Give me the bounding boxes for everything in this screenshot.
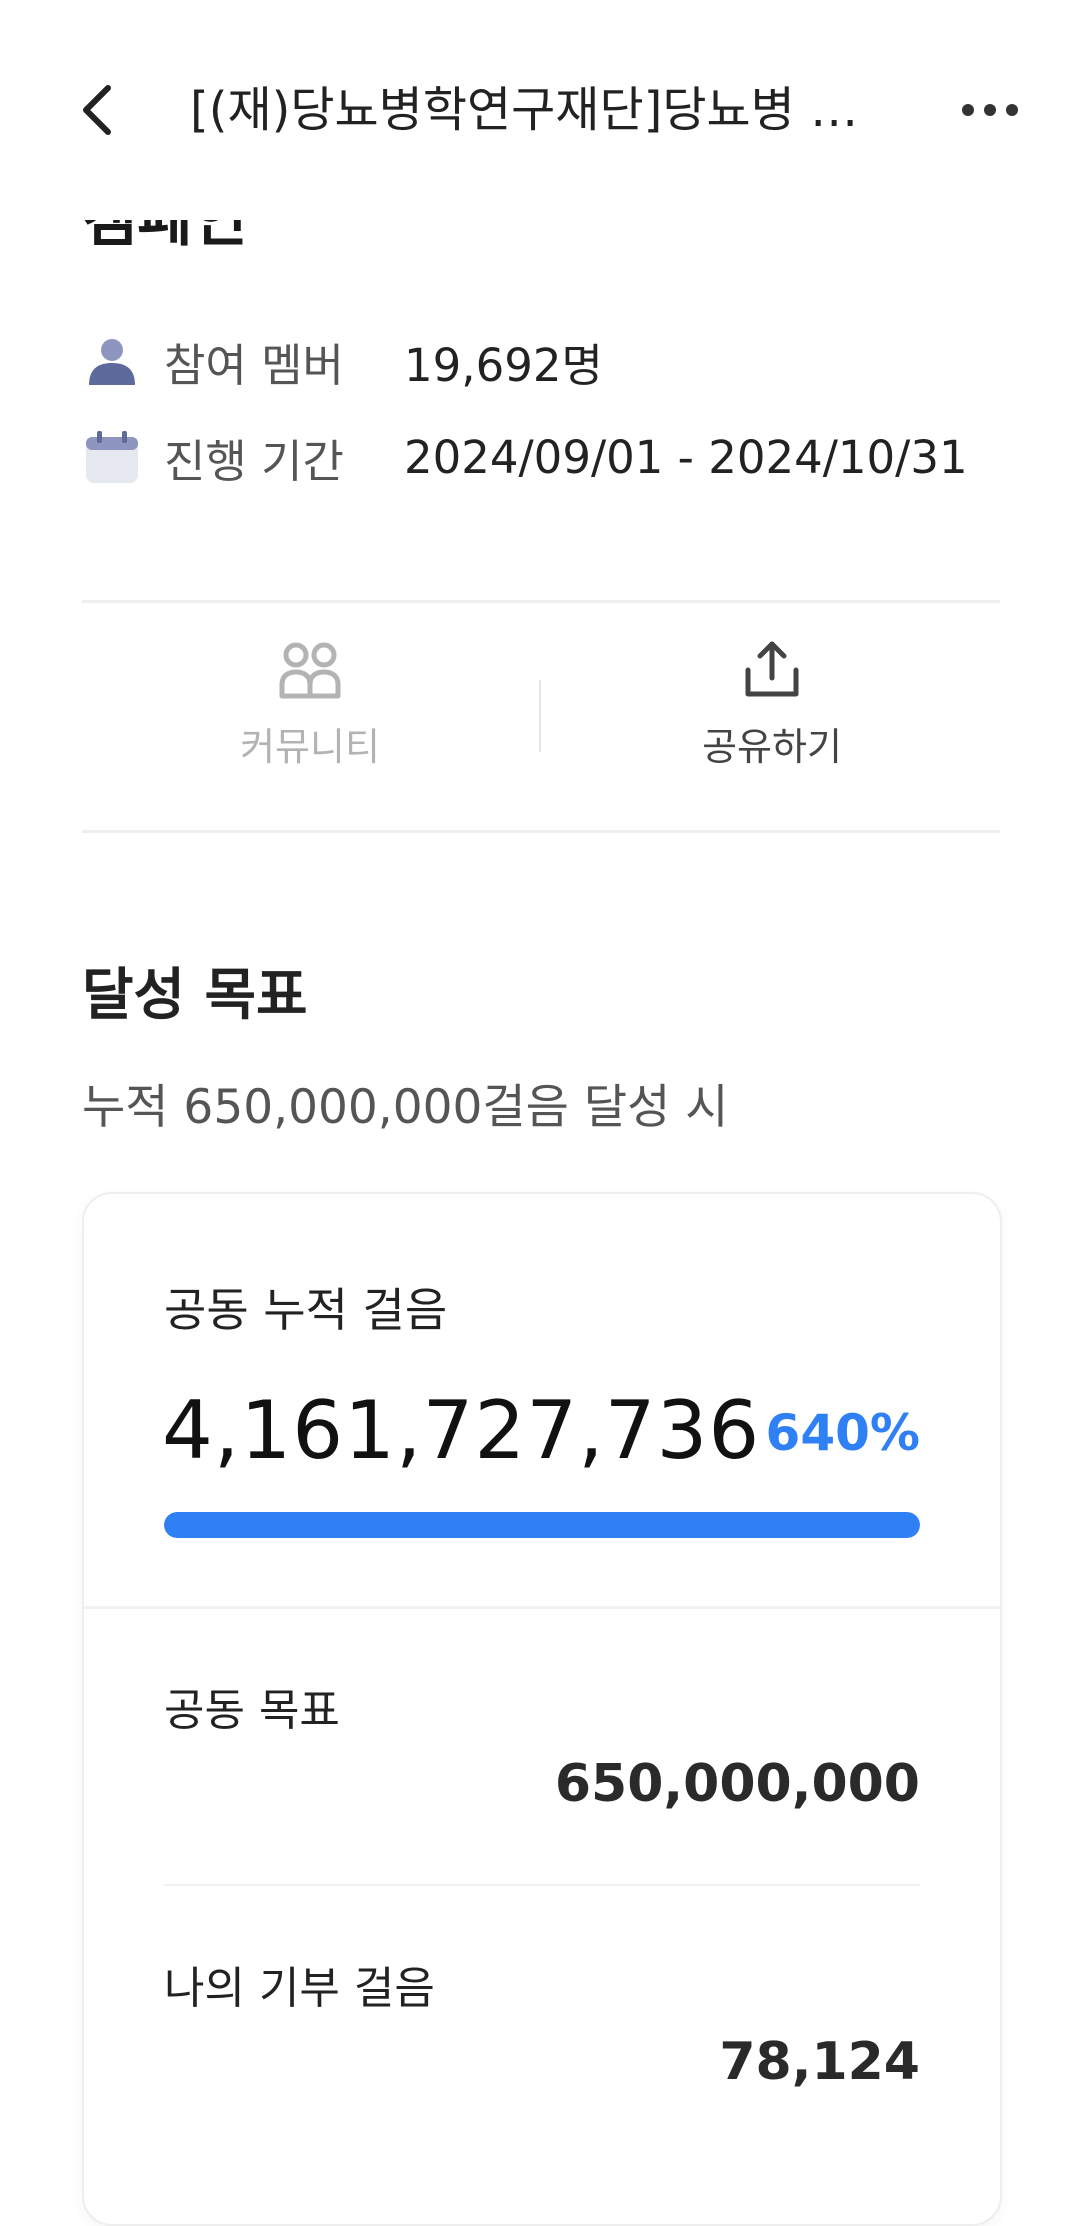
total-steps-label: 공동 누적 걸음 (164, 1283, 448, 1337)
page-title: [(재)당뇨병학연구재단]당뇨병 걷기 캠페인 (190, 82, 870, 138)
total-steps-value: 4,161,727,736 (162, 1384, 761, 1477)
chevron-left-icon (83, 85, 111, 135)
target-label: 공동 목표 (164, 1685, 340, 1736)
progress-fill (164, 1512, 920, 1538)
members-row: 참여 멤버 19,692명 (82, 326, 603, 396)
calendar-icon (82, 427, 142, 487)
share-label: 공유하기 (702, 725, 842, 769)
community-label: 커뮤니티 (240, 725, 380, 769)
more-horizontal-icon (962, 104, 1018, 116)
community-button[interactable]: 커뮤니티 (160, 640, 460, 790)
period-label: 진행 기간 (164, 434, 344, 488)
divider (82, 600, 1000, 603)
target-value: 650,000,000 (554, 1754, 920, 1814)
person-icon (82, 331, 142, 391)
back-button[interactable] (70, 70, 126, 150)
share-button[interactable]: 공유하기 (622, 640, 922, 790)
members-value: 19,692명 (404, 338, 603, 392)
period-value: 2024/09/01 - 2024/10/31 (404, 430, 968, 484)
more-button[interactable] (950, 80, 1030, 140)
progress-bar (164, 1512, 920, 1538)
divider (82, 830, 1000, 833)
goal-subtitle: 누적 650,000,000걸음 달성 시 (82, 1080, 729, 1135)
achievement-percent: 640% (765, 1404, 920, 1462)
card-divider (84, 1606, 1000, 1609)
inner-divider (164, 1884, 920, 1886)
my-steps-label: 나의 기부 걸음 (164, 1963, 435, 2014)
top-app-bar: [(재)당뇨병학연구재단]당뇨병 걷기 캠페인 (0, 0, 1080, 220)
action-separator (539, 680, 541, 752)
members-label: 참여 멤버 (164, 338, 344, 392)
share-upload-icon (745, 641, 799, 697)
goal-section-title: 달성 목표 (82, 963, 308, 1028)
my-steps-value: 78,124 (719, 2032, 920, 2092)
people-icon (279, 642, 341, 699)
goal-card: 공동 누적 걸음 4,161,727,736 640% 공동 목표 650,00… (82, 1192, 1002, 2226)
period-row: 진행 기간 2024/09/01 - 2024/10/31 (82, 422, 968, 492)
